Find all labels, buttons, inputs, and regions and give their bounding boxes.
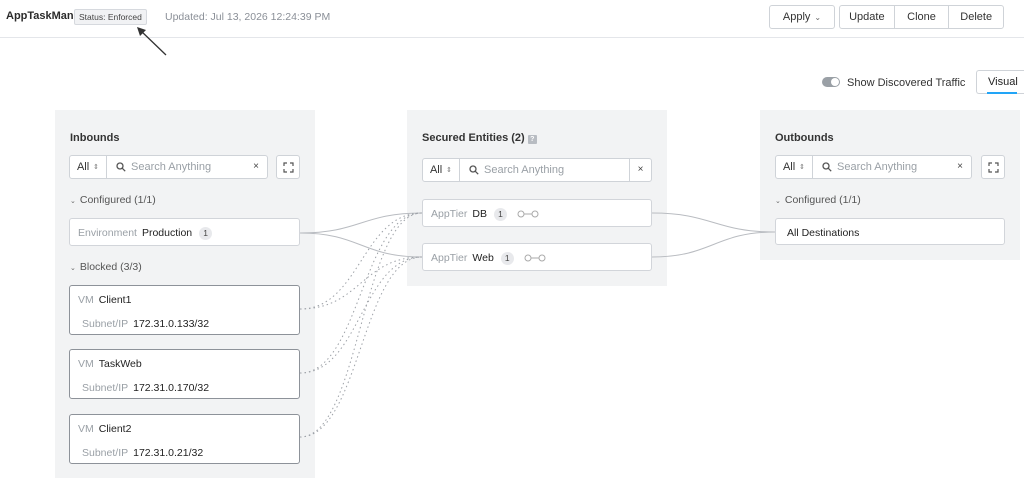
inbounds-panel: Inbounds All ⇕ Search Anything × ⌄ Configu… xyxy=(55,110,315,478)
outbound-configured-item[interactable]: All Destinations xyxy=(775,218,1005,245)
search-input[interactable]: Search Anything xyxy=(484,164,629,176)
ip-label: Subnet/IP xyxy=(82,382,129,394)
allowed-link xyxy=(299,232,423,258)
outbound-link xyxy=(651,231,776,258)
fullscreen-icon xyxy=(282,161,294,173)
outbounds-title: Outbounds xyxy=(775,132,834,144)
clear-search-button[interactable]: × xyxy=(949,156,971,178)
blocked-link xyxy=(299,212,423,310)
status-badge: Status: Enforced xyxy=(74,9,147,25)
link-icon xyxy=(517,210,539,218)
search-input[interactable]: Search Anything xyxy=(131,161,245,173)
delete-button[interactable]: Delete xyxy=(948,6,1003,28)
entity-type: VM xyxy=(78,294,94,306)
blocked-link xyxy=(299,256,423,438)
entity-type: AppTier xyxy=(431,208,468,220)
entity-count-badge: 1 xyxy=(493,208,507,221)
secured-search-bar: All ⇕ Search Anything × xyxy=(422,158,652,182)
apply-button-label: Apply xyxy=(782,11,811,23)
filter-select-value: All xyxy=(76,161,90,173)
ip-label: Subnet/IP xyxy=(82,447,129,459)
entity-name: Client1 xyxy=(98,294,132,306)
filter-select-value: All xyxy=(782,161,796,173)
inbounds-blocked-header[interactable]: ⌄ Blocked (3/3) xyxy=(70,261,142,273)
outbounds-panel: Outbounds All ⇕ Search Anything × ⌄ Config… xyxy=(760,110,1020,260)
app-title: AppTaskMan xyxy=(6,10,74,22)
discovered-traffic-toggle[interactable] xyxy=(822,77,840,87)
filter-select[interactable]: All ⇕ xyxy=(70,156,107,178)
secured-entity-item[interactable]: AppTier DB 1 xyxy=(422,199,652,227)
entity-type: AppTier xyxy=(431,252,468,264)
clear-search-button[interactable]: × xyxy=(245,156,267,178)
blocked-link xyxy=(299,256,423,374)
inbounds-title: Inbounds xyxy=(70,132,120,144)
entity-name: TaskWeb xyxy=(98,358,142,370)
search-icon xyxy=(469,165,479,175)
ip-value: 172.31.0.133/32 xyxy=(133,318,210,330)
chevron-down-icon: ⌄ xyxy=(775,198,781,205)
entity-count-badge: 1 xyxy=(199,227,213,240)
secured-entities-panel: Secured Entities (2)? All ⇕ Search Anythi… xyxy=(407,110,667,286)
expand-button[interactable] xyxy=(276,155,300,179)
chevron-down-icon: ⌄ xyxy=(814,13,822,22)
inbound-blocked-item[interactable]: VM Client2 Subnet/IP 172.31.0.21/32 xyxy=(69,414,300,464)
secured-entities-title: Secured Entities (2)? xyxy=(422,132,537,144)
filter-select[interactable]: All ⇕ xyxy=(776,156,813,178)
entity-name: All Destinations xyxy=(787,227,860,239)
allowed-link xyxy=(299,212,423,234)
entity-name: Web xyxy=(472,252,494,264)
blocked-link xyxy=(299,256,423,310)
action-button-group: Update Clone Delete xyxy=(839,5,1004,29)
inbound-blocked-item[interactable]: VM TaskWeb Subnet/IP 172.31.0.170/32 xyxy=(69,349,300,399)
inbounds-search-bar: All ⇕ Search Anything × xyxy=(69,155,268,179)
entity-name: DB xyxy=(472,208,487,220)
outbounds-search-bar: All ⇕ Search Anything × xyxy=(775,155,972,179)
outbounds-configured-header[interactable]: ⌄ Configured (1/1) xyxy=(775,194,861,206)
blocked-link xyxy=(299,212,423,438)
secured-entity-item[interactable]: AppTier Web 1 xyxy=(422,243,652,271)
entity-type: VM xyxy=(78,423,94,435)
entity-type: VM xyxy=(78,358,94,370)
secured-entities-title-text: Secured Entities (2) xyxy=(422,132,525,144)
entity-name: Client2 xyxy=(98,423,132,435)
search-input[interactable]: Search Anything xyxy=(837,161,949,173)
search-icon xyxy=(822,162,832,172)
fullscreen-icon xyxy=(987,161,999,173)
tab-visual[interactable]: Visual xyxy=(976,70,1024,94)
search-icon xyxy=(116,162,126,172)
outbound-link xyxy=(651,212,776,233)
inbound-blocked-item[interactable]: VM Client1 Subnet/IP 172.31.0.133/32 xyxy=(69,285,300,335)
clear-search-button[interactable]: × xyxy=(629,159,651,181)
ip-value: 172.31.0.21/32 xyxy=(133,447,204,459)
chevron-down-icon: ⌄ xyxy=(70,198,76,205)
select-arrows-icon: ⇕ xyxy=(799,164,806,171)
chevron-down-icon: ⌄ xyxy=(70,265,76,272)
updated-timestamp: Updated: Jul 13, 2026 12:24:39 PM xyxy=(165,11,331,23)
apply-button[interactable]: Apply ⌄ xyxy=(769,5,835,29)
inbounds-configured-label: Configured (1/1) xyxy=(79,194,156,206)
discovered-traffic-label: Show Discovered Traffic xyxy=(847,77,966,89)
inbounds-blocked-label: Blocked (3/3) xyxy=(79,261,142,273)
select-arrows-icon: ⇕ xyxy=(446,167,453,174)
inbounds-configured-header[interactable]: ⌄ Configured (1/1) xyxy=(70,194,156,206)
entity-name: Production xyxy=(141,227,193,239)
update-button[interactable]: Update xyxy=(840,6,894,28)
outbounds-configured-label: Configured (1/1) xyxy=(784,194,861,206)
select-arrows-icon: ⇕ xyxy=(93,164,100,171)
ip-label: Subnet/IP xyxy=(82,318,129,330)
expand-button[interactable] xyxy=(981,155,1005,179)
inbound-configured-item[interactable]: Environment Production 1 xyxy=(69,218,300,246)
pointer-arrow-icon xyxy=(137,27,167,56)
blocked-link xyxy=(299,212,423,374)
entity-count-badge: 1 xyxy=(500,252,514,265)
help-icon[interactable]: ? xyxy=(527,135,537,144)
entity-type: Environment xyxy=(78,227,137,239)
filter-select-value: All xyxy=(429,164,443,176)
ip-value: 172.31.0.170/32 xyxy=(133,382,210,394)
clone-button[interactable]: Clone xyxy=(893,6,949,28)
link-icon xyxy=(524,254,546,262)
filter-select[interactable]: All ⇕ xyxy=(423,159,460,181)
